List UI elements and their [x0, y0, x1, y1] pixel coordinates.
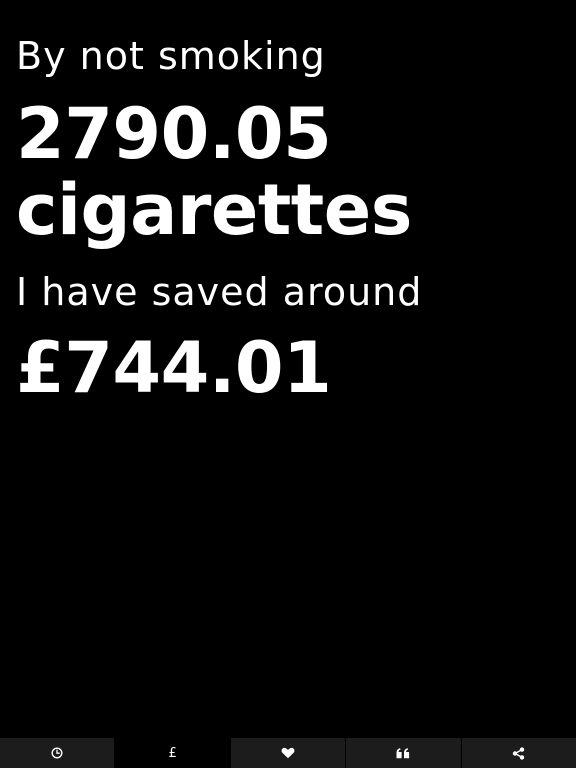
tab-savings[interactable]: £	[115, 738, 231, 768]
tab-health[interactable]	[230, 738, 347, 768]
cigarette-count: 2790.05	[16, 93, 332, 175]
pound-icon: £	[168, 745, 177, 761]
quote-icon	[396, 747, 410, 759]
tab-timer[interactable]	[0, 738, 116, 768]
share-icon	[512, 746, 525, 760]
saved-amount: £744.01	[16, 327, 332, 409]
clock-icon	[51, 747, 63, 759]
main-content: By not smoking 2790.05 cigarettes I have…	[16, 30, 560, 406]
cigarette-count-block: 2790.05 cigarettes	[16, 96, 560, 248]
cigarette-unit: cigarettes	[16, 169, 412, 251]
saved-label: I have saved around	[16, 270, 423, 314]
heart-icon	[281, 747, 295, 759]
bottom-tab-bar: £	[0, 738, 576, 768]
intro-text: By not smoking	[16, 34, 326, 78]
tab-quotes[interactable]	[346, 738, 462, 768]
tab-share[interactable]	[461, 738, 576, 768]
